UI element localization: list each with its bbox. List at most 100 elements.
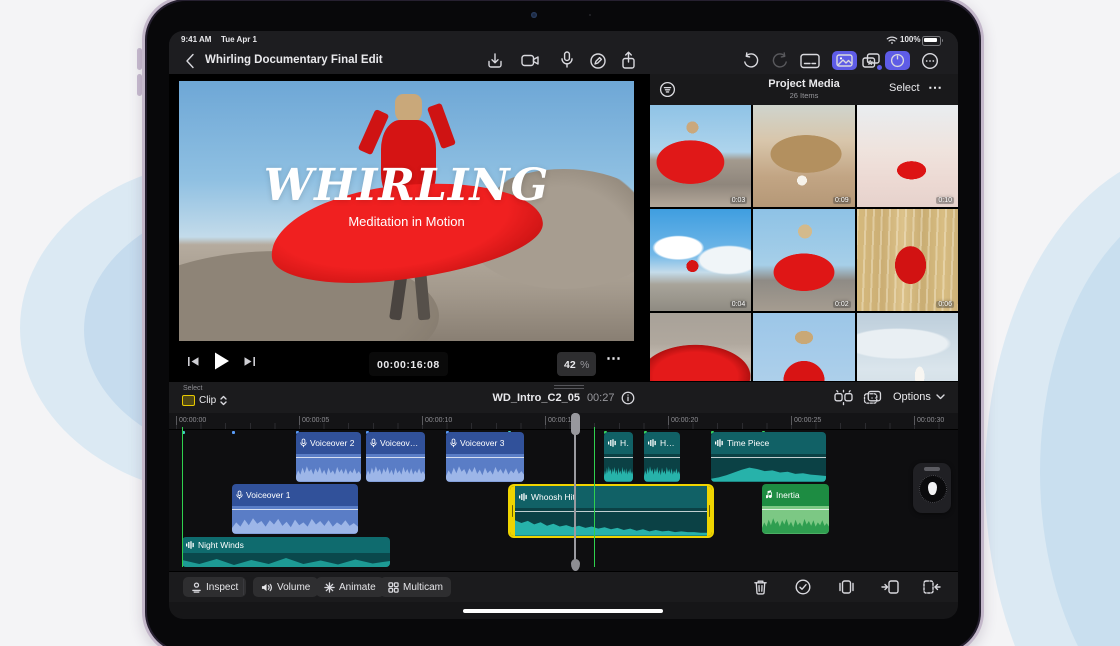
media-browser-button[interactable] <box>832 51 857 70</box>
media-grid: 0:03 0:09 0:10 0:04 0:02 0:06 <box>650 105 958 381</box>
timeline-clip-voiceover2b[interactable]: Voiceover 2 <box>366 432 425 482</box>
overwrite-clip-icon[interactable] <box>923 580 941 594</box>
undo-icon[interactable] <box>742 52 760 70</box>
music-note-icon <box>766 490 773 500</box>
timecode-value: 00:00:16:08 <box>377 359 440 371</box>
mic-icon <box>236 490 243 500</box>
mic-icon <box>300 438 307 448</box>
timeline-clip-voiceover2a[interactable]: Voiceover 2 <box>296 432 361 482</box>
up-down-chevron-icon <box>220 395 227 406</box>
record-camera-icon[interactable] <box>521 53 540 68</box>
panel-more-button[interactable]: ⋯ <box>928 79 942 96</box>
clip-grab-handle[interactable] <box>554 385 584 389</box>
connected-clips-icon[interactable] <box>833 389 854 406</box>
clip-marker-dot <box>232 431 235 434</box>
previous-frame-button[interactable] <box>187 355 200 368</box>
jog-wheel-grip[interactable] <box>924 467 940 471</box>
audio-bars-icon <box>648 439 657 447</box>
media-duration: 0:04 <box>730 301 748 308</box>
media-item[interactable]: 0:04 <box>650 209 751 311</box>
animate-icon <box>324 582 335 593</box>
media-item[interactable] <box>650 313 751 381</box>
inspector-icon <box>191 582 202 593</box>
multicam-button[interactable]: Multicam <box>380 577 451 597</box>
approve-check-icon[interactable] <box>795 579 811 595</box>
delete-icon[interactable] <box>753 579 768 595</box>
inspect-button[interactable]: Inspect <box>183 577 246 597</box>
timeline-clip-h[interactable]: H… <box>604 432 633 482</box>
home-indicator[interactable] <box>463 609 663 613</box>
media-item[interactable]: 0:03 <box>650 105 751 207</box>
back-button[interactable] <box>185 53 195 69</box>
media-item[interactable]: 0:10 <box>857 105 958 207</box>
timeline-tracks[interactable]: 00:00:00 00:00:05 00:00:10 00:00:15 00:0… <box>169 413 958 571</box>
playhead-line[interactable] <box>574 413 576 567</box>
media-duration: 0:03 <box>730 197 748 204</box>
timeline-clip-time-piece[interactable]: Time Piece <box>711 432 826 482</box>
select-mode-dropdown[interactable]: Clip <box>182 395 227 406</box>
insert-clip-icon[interactable] <box>881 580 899 594</box>
zoom-level-control[interactable]: 42 % <box>557 352 596 376</box>
selected-clip-info: WD_Intro_C2_05 00:27 <box>419 391 709 405</box>
screen: 9:41 AM Tue Apr 1 100% Whirling Document… <box>169 31 958 619</box>
media-item[interactable]: 0:02 <box>753 209 854 311</box>
share-icon[interactable] <box>620 51 637 70</box>
zoom-value: 42 <box>564 359 576 371</box>
playhead-handle-top[interactable] <box>571 413 580 435</box>
info-icon[interactable] <box>621 391 635 405</box>
panel-count: 26 Items <box>720 91 888 100</box>
ruler-label: 00:00:10 <box>422 416 452 425</box>
clip-mode-icon <box>182 395 195 406</box>
volume-button[interactable]: Volume <box>253 577 318 597</box>
jog-wheel[interactable] <box>913 463 951 513</box>
ipad-frame: 9:41 AM Tue Apr 1 100% Whirling Document… <box>142 0 984 646</box>
media-item[interactable] <box>753 313 854 381</box>
titles-captions-icon[interactable] <box>800 53 820 69</box>
connect-clip-icon[interactable] <box>838 580 855 594</box>
timeline-clip-voiceover3[interactable]: Voiceover 3 <box>446 432 524 482</box>
viewer-video[interactable]: WHIRLING Meditation in Motion <box>179 81 634 341</box>
bottom-toolbar: Inspect Volume Animate Multicam <box>169 571 958 602</box>
select-button[interactable]: Select <box>889 82 920 94</box>
play-button[interactable] <box>213 351 231 371</box>
front-camera <box>531 12 537 18</box>
animate-button[interactable]: Animate <box>316 577 384 597</box>
trim-handle-right[interactable] <box>707 486 712 536</box>
import-icon[interactable] <box>486 52 504 70</box>
timeline-clip-voiceover1[interactable]: Voiceover 1 <box>232 484 358 534</box>
title-overlay: WHIRLING Meditation in Motion <box>179 162 634 229</box>
timeline-ruler[interactable]: 00:00:00 00:00:05 00:00:10 00:00:15 00:0… <box>169 413 958 430</box>
timecode-display[interactable]: 00:00:16:08 <box>369 352 448 376</box>
options-dropdown[interactable]: Options <box>893 391 945 403</box>
microphone-icon[interactable] <box>560 51 574 69</box>
timeline-clip-inertia[interactable]: Inertia <box>762 484 829 534</box>
audio-bars-icon <box>519 493 528 501</box>
media-item[interactable]: 0:09 <box>753 105 854 207</box>
draw-pencil-icon[interactable] <box>589 52 607 70</box>
options-label: Options <box>893 391 931 403</box>
status-date: Tue Apr 1 <box>221 35 257 44</box>
timeline-clip-high[interactable]: High… <box>644 432 680 482</box>
multicam-grid-icon <box>388 582 399 593</box>
playhead-handle-bottom[interactable] <box>571 559 580 571</box>
sensor-dot <box>589 14 591 16</box>
media-duration: 0:06 <box>936 301 954 308</box>
effects-browser-icon[interactable] <box>859 51 883 70</box>
jog-wheel-toggle-button[interactable] <box>885 51 910 70</box>
overlay-view-icon[interactable] <box>863 390 882 405</box>
ruler-label: 00:00:05 <box>299 416 329 425</box>
media-item[interactable]: 0:06 <box>857 209 958 311</box>
timeline-clip-whoosh-hit-selected[interactable]: Whoosh Hit <box>508 484 714 538</box>
more-options-icon[interactable] <box>921 52 939 70</box>
viewer-more-button[interactable]: ⋯ <box>606 349 622 367</box>
trim-handle-left[interactable] <box>510 486 515 536</box>
redo-icon[interactable] <box>771 52 789 70</box>
toolbar-divider <box>243 579 244 595</box>
main-content: WHIRLING Meditation in Motion 00:00:16:0… <box>169 74 958 381</box>
filter-icon[interactable] <box>659 81 676 98</box>
media-item[interactable] <box>857 313 958 381</box>
timeline-clip-night-winds[interactable]: Night Winds <box>182 537 390 567</box>
ruler-label: 00:00:00 <box>176 416 206 425</box>
jog-wheel-dial[interactable] <box>919 475 947 503</box>
next-frame-button[interactable] <box>243 355 256 368</box>
